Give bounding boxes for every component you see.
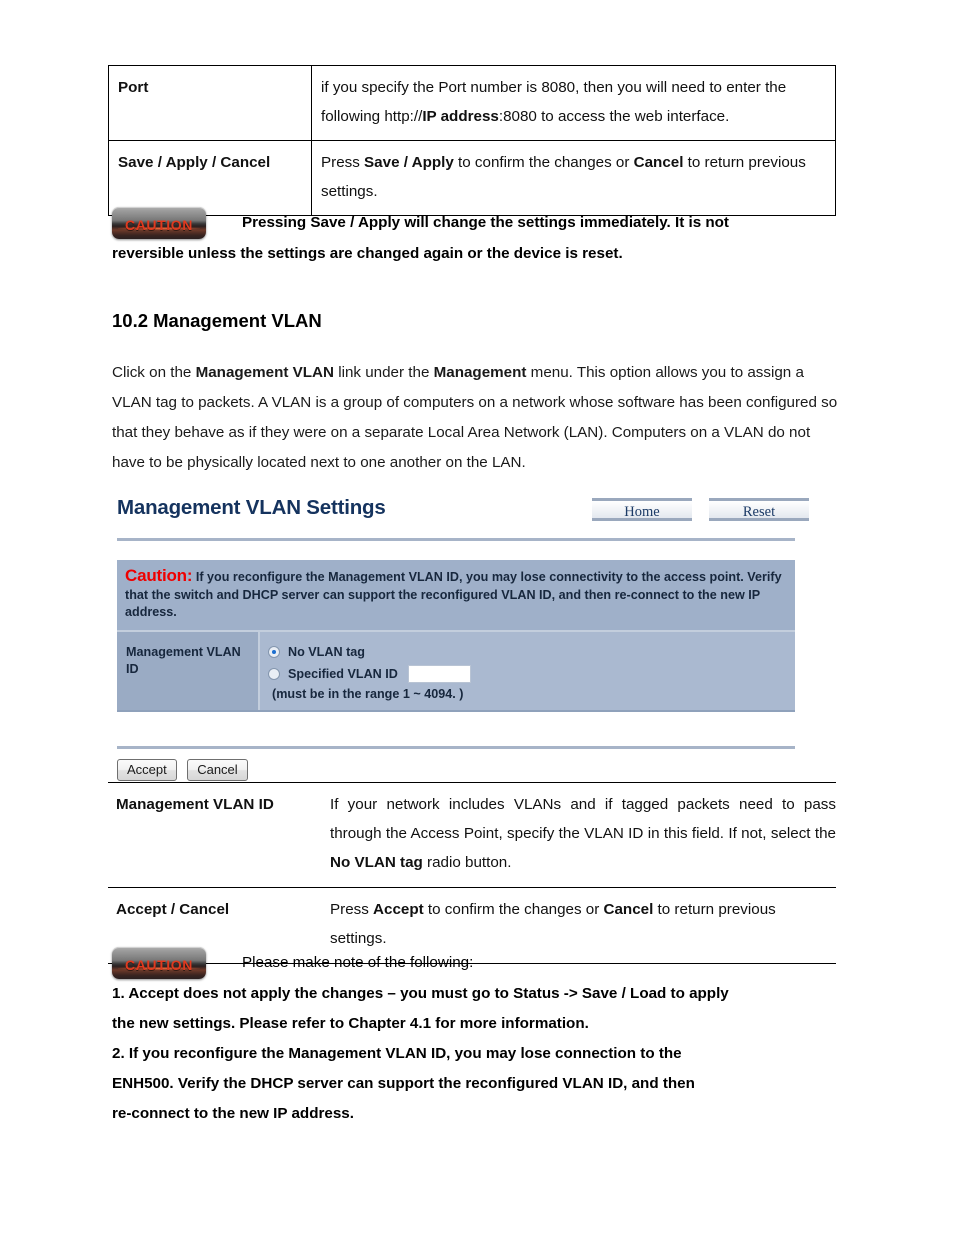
ui-page-title: Management VLAN Settings xyxy=(117,496,386,519)
desc-text: Press xyxy=(330,901,374,918)
specified-vlan-id-label: Specified VLAN ID xyxy=(288,666,398,681)
vlan-settings-panel: Caution: If you reconfigure the Manageme… xyxy=(117,560,795,712)
ui-header: Management VLAN Settings Home Reset xyxy=(117,496,809,532)
desc-bold: Accept xyxy=(373,901,424,918)
row-desc-port: if you specify the Port number is 8080, … xyxy=(311,65,836,141)
caution-note-2: CAUTION Please make note of the followin… xyxy=(112,947,840,1129)
caution-note-2-item1-line2: the new settings. Please refer to Chapte… xyxy=(112,1015,589,1032)
cancel-button[interactable]: Cancel xyxy=(187,758,248,781)
caution-note-2-item1-line1: 1. Accept does not apply the changes – y… xyxy=(112,985,729,1002)
caution-note-2-intro: Please make note of the following: xyxy=(242,954,474,972)
caution-note-2-first-line: CAUTION Please make note of the followin… xyxy=(112,947,840,979)
desc-bold: No VLAN tag xyxy=(330,854,423,871)
table-row: Management VLAN ID If your network inclu… xyxy=(108,782,836,888)
port-settings-description-table: Port if you specify the Port number is 8… xyxy=(108,65,836,216)
vlan-id-input[interactable] xyxy=(407,664,471,683)
caution-note-1-text-line2: reversible unless the settings are chang… xyxy=(112,245,623,262)
row-desc-save-apply-cancel: Press Save / Apply to confirm the change… xyxy=(311,140,836,216)
no-vlan-tag-option[interactable]: No VLAN tag xyxy=(268,641,795,663)
desc-text: :8080 to access the web interface. xyxy=(498,108,730,125)
radio-no-vlan-tag[interactable] xyxy=(268,645,280,658)
caution-icon: CAUTION xyxy=(112,947,206,979)
desc-text: Press xyxy=(321,154,365,171)
specified-vlan-id-option[interactable]: Specified VLAN ID xyxy=(268,663,795,685)
desc-bold: IP address xyxy=(422,108,499,125)
caution-note-2-item2-line3: re-connect to the new IP address. xyxy=(112,1105,354,1122)
caution-note-1: CAUTION Pressing Save / Apply will chang… xyxy=(112,207,840,269)
row-label-port: Port xyxy=(108,65,312,141)
vlan-settings-description-table: Management VLAN ID If your network inclu… xyxy=(108,782,836,964)
no-vlan-tag-label: No VLAN tag xyxy=(288,644,365,659)
desc-text: to confirm the changes or xyxy=(423,901,604,918)
desc-text: to confirm the changes or xyxy=(453,154,634,171)
desc-bold: Cancel xyxy=(603,901,654,918)
desc-bold: Save / Apply xyxy=(364,154,454,171)
caution-note-2-item2-line2: ENH500. Verify the DHCP server can suppo… xyxy=(112,1075,695,1092)
row-label-save-apply-cancel: Save / Apply / Cancel xyxy=(108,140,312,216)
management-vlan-id-row: Management VLAN ID No VLAN tag Specified… xyxy=(117,631,795,710)
caution-note-1-first-line: CAUTION Pressing Save / Apply will chang… xyxy=(112,207,840,239)
section-paragraph: Click on the Management VLAN link under … xyxy=(112,358,838,478)
document-page: Port if you specify the Port number is 8… xyxy=(0,0,954,1235)
home-button[interactable]: Home xyxy=(592,498,692,521)
caution-icon-label: CAUTION xyxy=(125,957,193,973)
caution-icon: CAUTION xyxy=(112,207,206,239)
table-row: Port if you specify the Port number is 8… xyxy=(108,65,836,141)
paragraph-bold: Management VLAN xyxy=(195,364,334,381)
caution-icon-label: CAUTION xyxy=(125,217,193,233)
desc-text: If your network includes VLANs and if ta… xyxy=(330,796,836,842)
desc-bold: Cancel xyxy=(633,154,684,171)
management-vlan-id-label: Management VLAN ID xyxy=(117,631,260,710)
desc-text: radio button. xyxy=(422,854,512,871)
table-row: Save / Apply / Cancel Press Save / Apply… xyxy=(108,140,836,216)
management-vlan-id-field: No VLAN tag Specified VLAN ID (must be i… xyxy=(260,631,795,710)
row-label-management-vlan-id: Management VLAN ID xyxy=(108,782,322,888)
ui-header-divider xyxy=(117,538,795,541)
device-ui-screenshot: Management VLAN Settings Home Reset Caut… xyxy=(117,496,809,781)
row-desc-management-vlan-id: If your network includes VLANs and if ta… xyxy=(322,782,836,888)
paragraph-text: link under the xyxy=(333,364,434,381)
ui-caution-text: If you reconfigure the Management VLAN I… xyxy=(125,570,782,619)
caution-note-2-item2-line1: 2. If you reconfigure the Management VLA… xyxy=(112,1045,682,1062)
paragraph-bold: Management xyxy=(433,364,527,381)
page-title: 10.2 Management VLAN xyxy=(112,310,322,331)
accept-button[interactable]: Accept xyxy=(117,758,177,781)
reset-button[interactable]: Reset xyxy=(709,498,809,521)
paragraph-text: Click on the xyxy=(112,364,196,381)
ui-actions-divider xyxy=(117,745,795,749)
radio-specified-vlan-id[interactable] xyxy=(268,667,280,680)
ui-action-bar: Accept Cancel xyxy=(117,758,795,781)
caution-note-1-text-line1: Pressing Save / Apply will change the se… xyxy=(242,214,729,232)
vlan-range-note: (must be in the range 1 ~ 4094. ) xyxy=(272,686,464,701)
ui-caution-message: Caution: If you reconfigure the Manageme… xyxy=(117,560,795,632)
ui-caution-label: Caution: xyxy=(125,566,193,585)
